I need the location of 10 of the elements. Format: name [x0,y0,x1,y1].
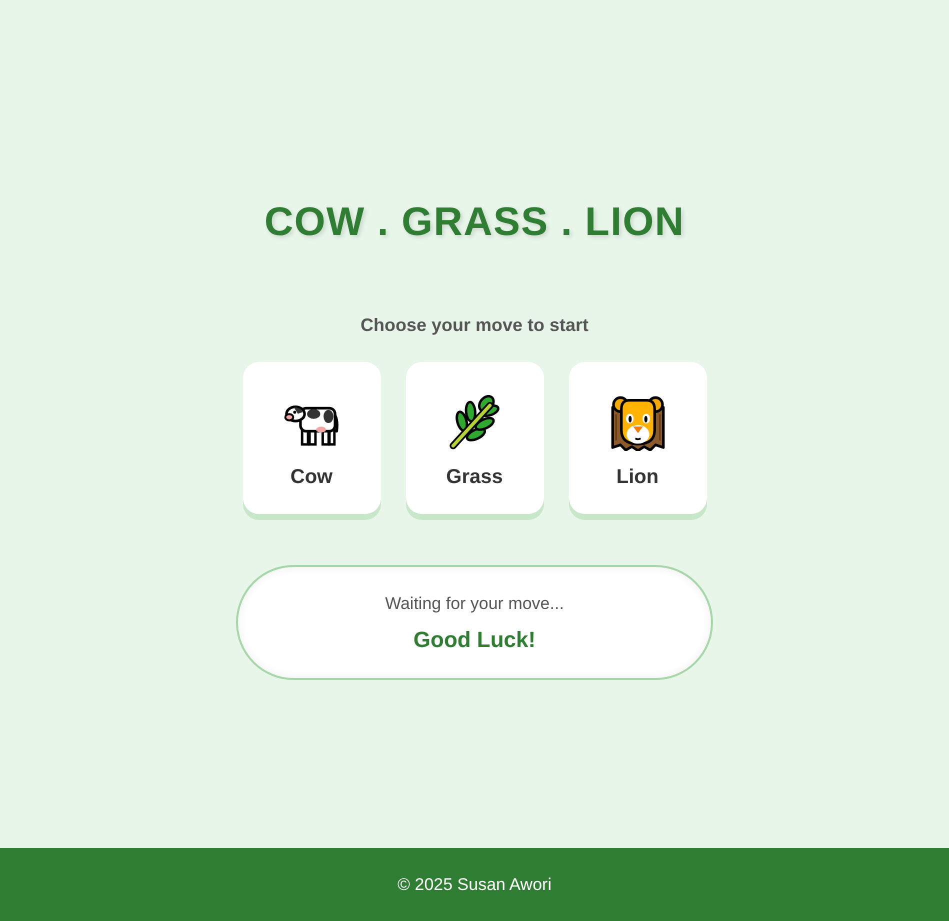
status-text: Waiting for your move... [385,593,564,615]
result-message: Good Luck! [413,626,536,654]
copyright-text: © 2025 Susan Awori [398,874,552,896]
move-button[interactable]: Grass [406,362,544,514]
lion-icon [610,395,666,451]
move-button[interactable]: Cow [242,362,380,514]
game-title: COW . GRASS . LION [264,199,685,246]
prompt-text: Choose your move to start [360,314,589,337]
leaf-sprig-icon [446,395,502,451]
move-button[interactable]: Lion [568,362,706,514]
